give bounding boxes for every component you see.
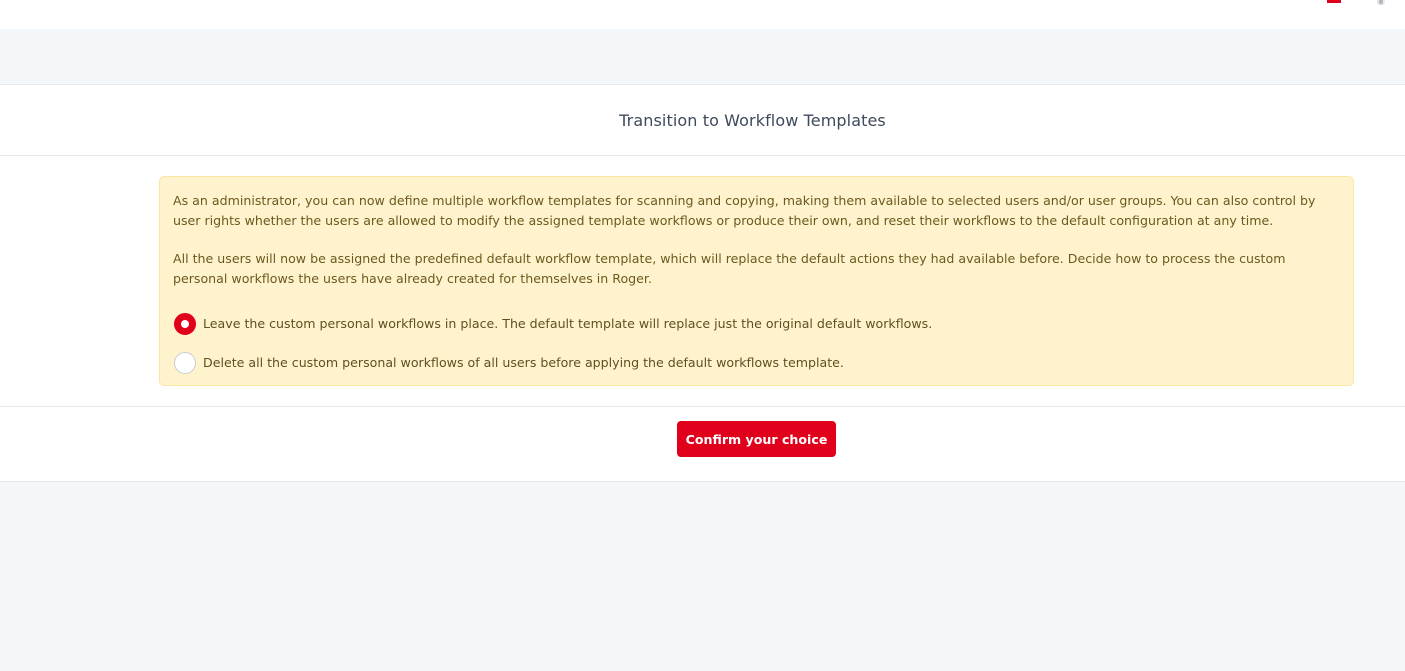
option-label: Leave the custom personal workflows in p… (203, 316, 933, 332)
card-footer: Confirm your choice (0, 406, 1405, 483)
info-notice: As an administrator, you can now define … (159, 176, 1354, 386)
confirm-button[interactable]: Confirm your choice (677, 421, 836, 457)
radio-leave-workflows[interactable] (174, 313, 196, 335)
option-label: Delete all the custom personal workflows… (203, 355, 844, 371)
flag-icon[interactable] (1327, 0, 1341, 3)
radio-dot-icon (181, 320, 189, 328)
user-icon[interactable]: ◉ (1377, 0, 1389, 5)
option-delete-workflows[interactable]: Delete all the custom personal workflows… (173, 351, 1340, 375)
notice-paragraph-1: As an administrator, you can now define … (173, 193, 1316, 228)
radio-delete-workflows[interactable] (174, 352, 196, 374)
card-header: Transition to Workflow Templates (0, 85, 1405, 156)
notice-paragraph-2: All the users will now be assigned the p… (173, 251, 1286, 286)
option-leave-workflows[interactable]: Leave the custom personal workflows in p… (173, 312, 1340, 336)
transition-card: Transition to Workflow Templates As an a… (0, 84, 1405, 482)
top-bar: ◉ (0, 0, 1405, 29)
page-title: Transition to Workflow Templates (619, 110, 886, 130)
